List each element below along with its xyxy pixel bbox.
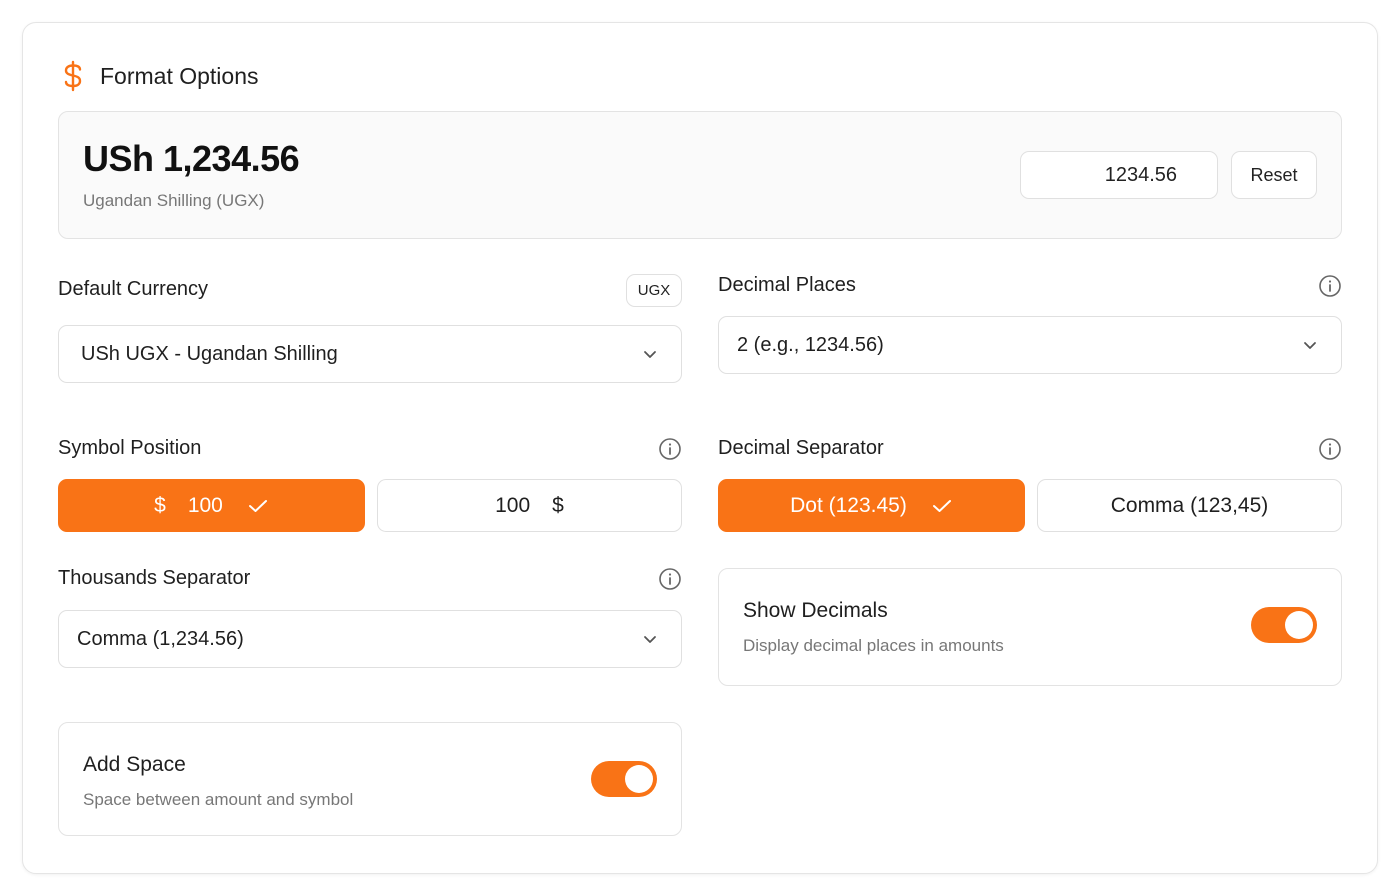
check-icon (247, 497, 269, 515)
decimal-separator-label: Decimal Separator (718, 437, 884, 459)
currency-code-badge: UGX (626, 274, 682, 307)
default-currency-select[interactable]: USh UGX - Ugandan Shilling (58, 325, 682, 383)
add-space-toggle[interactable] (591, 761, 657, 797)
default-currency-value: USh UGX - Ugandan Shilling (81, 342, 338, 365)
check-icon (931, 497, 953, 515)
show-decimals-description: Display decimal places in amounts (743, 636, 1004, 655)
card-title: Format Options (100, 62, 259, 89)
comma-separator-option[interactable]: Comma (123,45) (1037, 479, 1342, 532)
symbol-position-label: Symbol Position (58, 437, 202, 459)
currency-name-label: Ugandan Shilling (UGX) (83, 191, 265, 210)
reset-button[interactable]: Reset (1231, 151, 1317, 199)
symbol-text: $ (154, 493, 166, 517)
dot-separator-option[interactable]: Dot (123.45) (718, 479, 1025, 532)
number-text: 100 (187, 493, 223, 517)
dollar-sign-icon (60, 60, 86, 92)
decimal-places-value: 2 (e.g., 1234.56) (737, 333, 884, 356)
amount-input[interactable] (1020, 151, 1218, 199)
formatted-amount-preview: USh 1,234.56 (83, 138, 300, 179)
thousands-separator-value: Comma (1,234.56) (77, 627, 244, 650)
decimal-places-select[interactable]: 2 (e.g., 1234.56) (718, 316, 1342, 374)
show-decimals-card (718, 568, 1342, 686)
option-label: Dot (123.45) (790, 493, 907, 517)
symbol-text: $ (552, 493, 564, 517)
symbol-before-option[interactable]: $ 100 (58, 479, 365, 532)
thousands-separator-label: Thousands Separator (58, 567, 251, 589)
chevron-down-icon (1301, 336, 1319, 354)
info-icon[interactable] (658, 437, 682, 466)
card-header: Format Options (60, 58, 259, 94)
show-decimals-toggle[interactable] (1251, 607, 1317, 643)
info-icon[interactable] (658, 567, 682, 596)
chevron-down-icon (641, 630, 659, 648)
symbol-after-option[interactable]: 100 $ (377, 479, 682, 532)
thousands-separator-select[interactable]: Comma (1,234.56) (58, 610, 682, 668)
toggle-knob (625, 765, 653, 793)
chevron-down-icon (641, 345, 659, 363)
info-icon[interactable] (1318, 274, 1342, 303)
decimal-places-label: Decimal Places (718, 274, 856, 296)
add-space-card (58, 722, 682, 836)
number-text: 100 (495, 493, 531, 517)
add-space-description: Space between amount and symbol (83, 790, 354, 809)
toggle-knob (1285, 611, 1313, 639)
info-icon[interactable] (1318, 437, 1342, 466)
show-decimals-title: Show Decimals (743, 599, 888, 622)
add-space-title: Add Space (83, 753, 186, 776)
default-currency-label: Default Currency (58, 278, 209, 300)
option-label: Comma (123,45) (1110, 493, 1269, 517)
